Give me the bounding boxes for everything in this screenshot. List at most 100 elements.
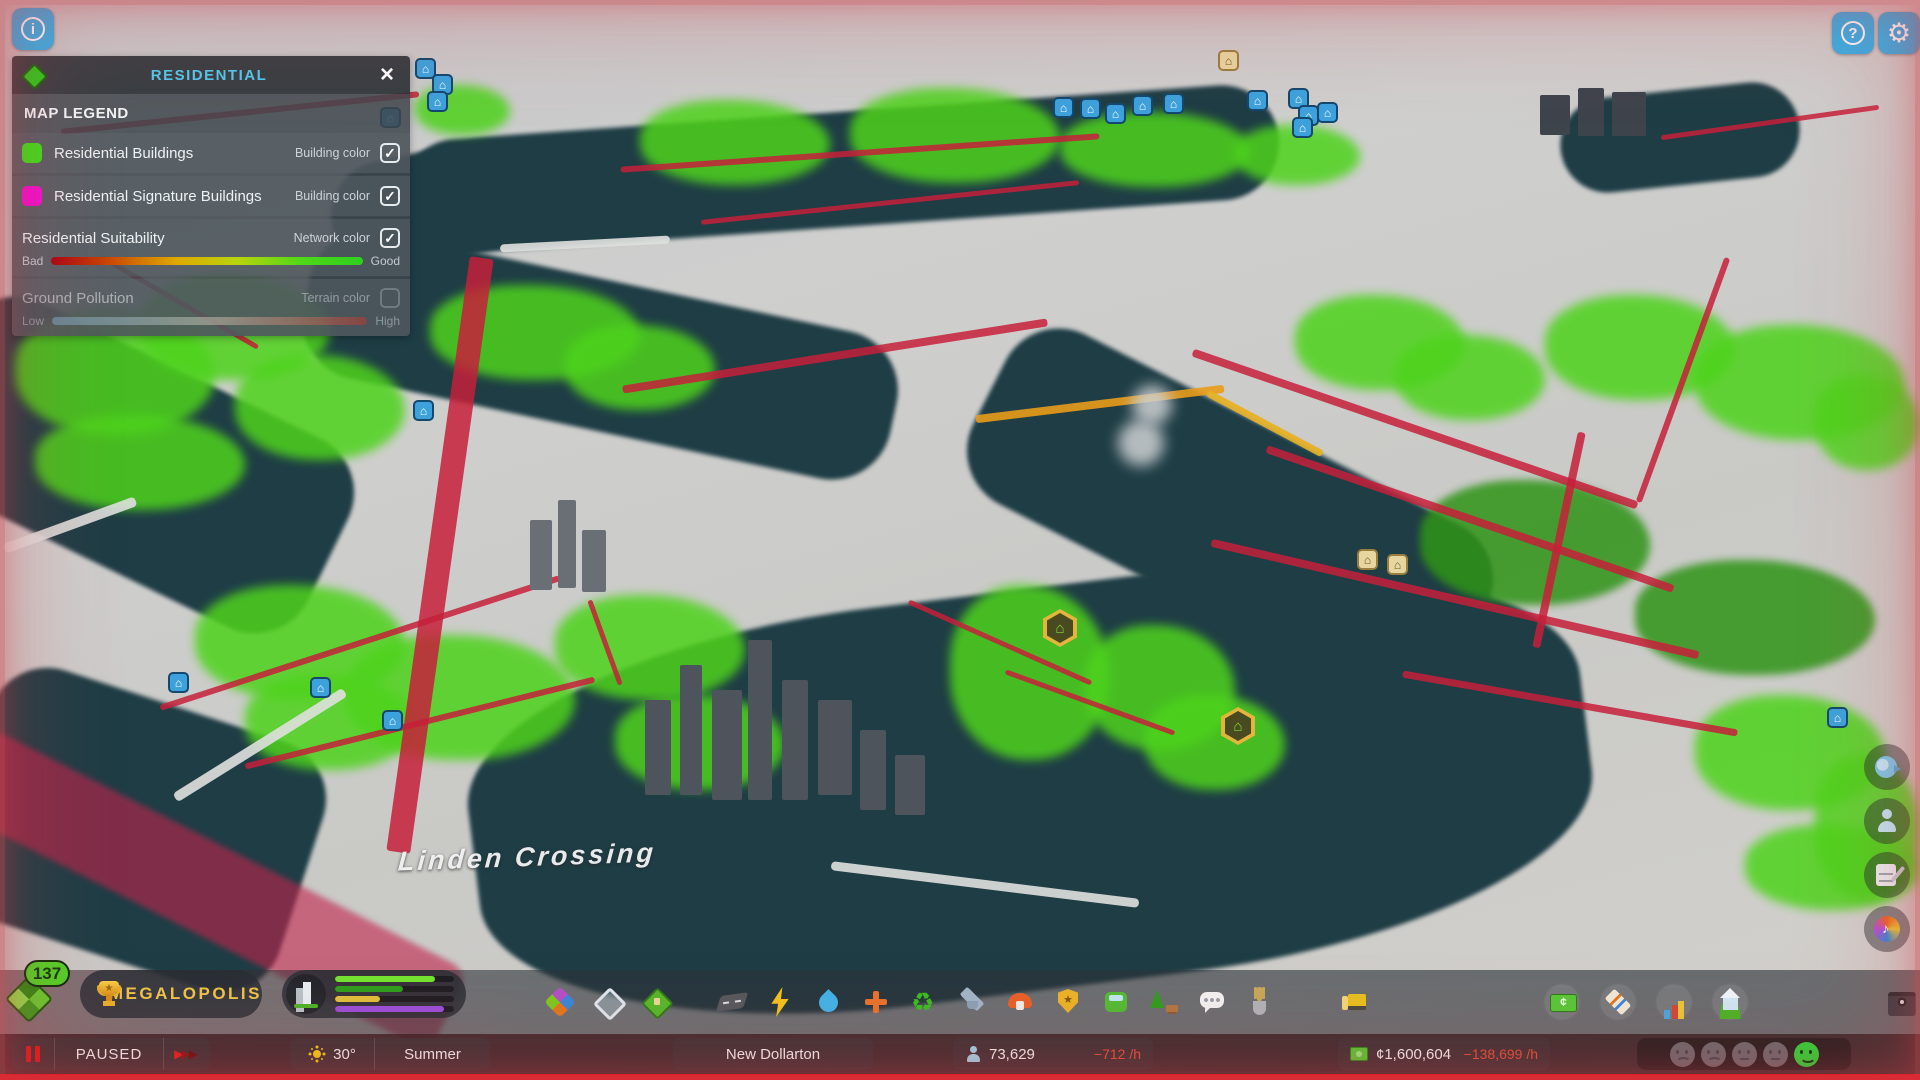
education-button[interactable] [948,974,996,1030]
residential-levelup-marker[interactable] [310,677,331,698]
areas-button[interactable] [584,974,632,1030]
chirper-bird-button[interactable] [1864,744,1910,790]
education-icon [955,985,989,1019]
population-value: 73,629 [989,1045,1035,1063]
xp-bar-fill [335,976,435,982]
areas-icon [591,985,625,1019]
radio-icon [1873,915,1901,943]
health-icon [859,985,893,1019]
scale-max-label: High [375,314,400,328]
electricity-button[interactable] [756,974,804,1030]
info-views-icon [1601,985,1635,1019]
ground-pollution-checkbox[interactable] [380,288,400,308]
xp-bar-slot [335,986,454,992]
info-views-button[interactable] [1590,974,1646,1030]
season-label: Summer [404,1045,461,1063]
residential-levelup-marker[interactable] [413,400,434,421]
fire-icon [1003,985,1037,1019]
citizen-button[interactable] [1864,798,1910,844]
communications-button[interactable] [1188,974,1236,1030]
citizen-icon [1873,807,1901,835]
economy-button[interactable] [1534,974,1590,1030]
happiness-face-neutral [1731,1041,1757,1067]
residential-levelup-marker[interactable] [427,91,448,112]
milestone-name-label: MEGALOPOLIS [108,984,262,1003]
house-icon [1047,613,1073,643]
residential-levelup-marker[interactable] [1247,90,1268,111]
building-notification-marker[interactable] [1387,554,1408,575]
happiness-face-sad [1669,1041,1695,1067]
residential-levelup-marker[interactable] [168,672,189,693]
info-panel-button[interactable]: i [12,8,54,50]
chirper-bird-icon [1873,753,1901,781]
toolbar-group [1534,974,1758,1030]
photo-mode-button[interactable] [1878,974,1920,1030]
pause-icon [26,1046,40,1062]
legend-row-ground-pollution: Ground Pollution Terrain color Low High [12,279,410,336]
residential-levelup-marker[interactable] [1827,707,1848,728]
milestone-widget[interactable]: 137 [4,960,72,1024]
money-icon [1350,1047,1368,1061]
residential-levelup-marker[interactable] [1105,103,1126,124]
residential-levelup-marker[interactable] [1163,93,1184,114]
zones-icon [543,985,577,1019]
residential-levelup-marker[interactable] [1080,98,1101,119]
residential-levelup-marker[interactable] [1317,102,1338,123]
money-widget[interactable]: ¢1,600,604 −138,699 /h [1338,1038,1550,1070]
legend-label: Residential Signature Buildings [54,187,262,205]
xp-bar-fill [335,1006,445,1012]
bulldozer-icon [1339,985,1373,1019]
color-type-label: Building color [294,146,370,160]
zones-button[interactable] [536,974,584,1030]
police-button[interactable] [1044,974,1092,1030]
settings-button[interactable]: ⚙ [1878,12,1920,54]
building-notification-marker[interactable] [1218,50,1239,71]
milestone-name-widget[interactable]: MEGALOPOLIS [80,970,262,1018]
weather-widget[interactable]: 30° Summer [290,1038,490,1070]
happiness-widget[interactable] [1637,1038,1851,1070]
signature-buildings-checkbox[interactable] [380,186,400,206]
map-tiles-button[interactable] [632,974,680,1030]
bulldozer-button[interactable] [1332,974,1380,1030]
radio-button[interactable] [1864,906,1910,952]
toolbar-group [1332,974,1380,1030]
transportation-button[interactable] [1092,974,1140,1030]
building-notification-marker[interactable] [1357,549,1378,570]
fire-button[interactable] [996,974,1044,1030]
speed-button[interactable]: ▶ ▶ ▶ [164,1038,210,1070]
garbage-button[interactable] [900,974,948,1030]
parks-button[interactable] [1140,974,1188,1030]
residential-levelup-marker[interactable] [1053,97,1074,118]
signature-building-marker[interactable] [1221,707,1255,745]
sun-icon [308,1045,326,1063]
electricity-icon [763,985,797,1019]
residential-levelup-marker[interactable] [1292,117,1313,138]
journal-button[interactable] [1864,852,1910,898]
residential-infoview-panel: RESIDENTIAL × MAP LEGEND Residential Bui… [12,56,410,336]
happiness-face-happy [1793,1041,1819,1067]
scale-min-label: Low [22,314,45,328]
residential-levelup-marker[interactable] [1132,95,1153,116]
map-decor: Low High [22,314,400,328]
residential-buildings-checkbox[interactable] [380,143,400,163]
panel-header[interactable]: RESIDENTIAL × [12,56,410,94]
residential-levelup-marker[interactable] [382,710,403,731]
map-tiles-icon [639,985,673,1019]
suitability-checkbox[interactable] [380,228,400,248]
terraforming-button[interactable] [1236,974,1284,1030]
city-name-widget[interactable]: New Dollarton [673,1038,873,1070]
population-widget[interactable]: 73,629 −712 /h [953,1038,1153,1070]
close-icon[interactable]: × [374,61,400,88]
pause-button[interactable] [12,1038,54,1070]
health-button[interactable] [852,974,900,1030]
residential-zone-icon [22,64,44,86]
parks-icon [1147,985,1181,1019]
roads-button[interactable] [708,974,756,1030]
water-button[interactable] [804,974,852,1030]
help-button[interactable]: ? [1832,12,1874,54]
xp-progress-widget[interactable] [282,970,466,1018]
statistics-button[interactable] [1646,974,1702,1030]
xp-bars [335,976,454,1012]
signature-building-marker[interactable] [1043,609,1077,647]
progression-button[interactable] [1702,974,1758,1030]
